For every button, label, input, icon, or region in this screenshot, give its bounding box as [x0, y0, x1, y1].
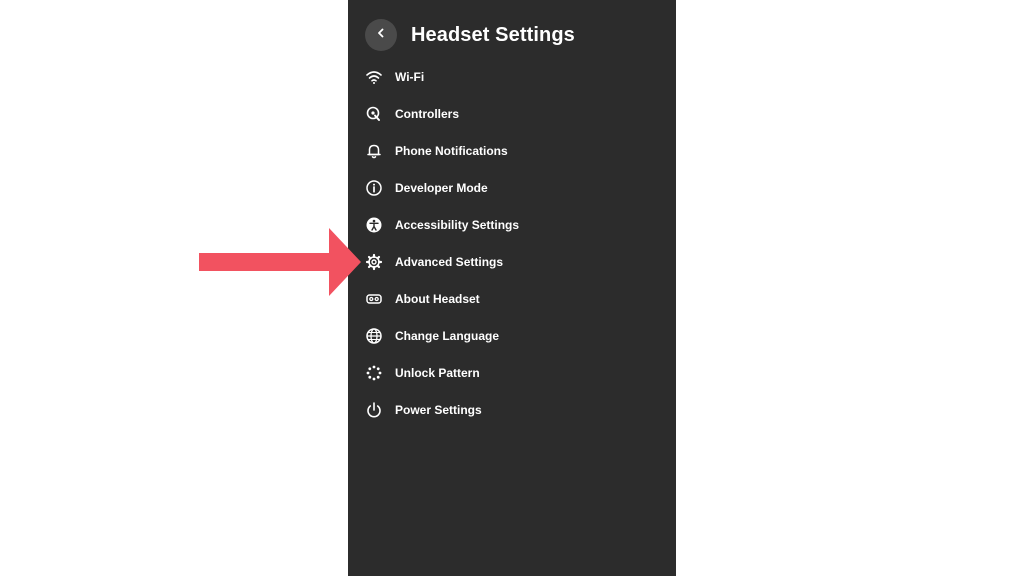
gear-icon	[364, 252, 384, 272]
header: Headset Settings	[365, 19, 575, 51]
page-title: Headset Settings	[411, 23, 575, 46]
menu-item-label: Advanced Settings	[395, 254, 504, 269]
phone-screen: Headset Settings Wi-Fi Controllers Phone…	[348, 0, 676, 576]
menu-item-label: Change Language	[395, 328, 500, 343]
menu-item-wifi[interactable]: Wi-Fi	[348, 58, 676, 95]
menu-item-advanced-settings[interactable]: Advanced Settings	[348, 243, 676, 280]
settings-menu: Wi-Fi Controllers Phone Notifications De…	[348, 58, 676, 428]
menu-item-label: Phone Notifications	[395, 143, 508, 158]
back-button[interactable]	[365, 19, 397, 51]
accessibility-icon	[364, 215, 384, 235]
menu-item-label: Wi-Fi	[395, 69, 425, 84]
screenshot-canvas: Headset Settings Wi-Fi Controllers Phone…	[0, 0, 1024, 576]
info-icon	[364, 178, 384, 198]
power-icon	[364, 400, 384, 420]
arrow-right-icon	[199, 228, 361, 296]
menu-item-label: Accessibility Settings	[395, 217, 520, 232]
menu-item-developer-mode[interactable]: Developer Mode	[348, 169, 676, 206]
headset-icon	[364, 289, 384, 309]
menu-item-unlock-pattern[interactable]: Unlock Pattern	[348, 354, 676, 391]
menu-item-label: About Headset	[395, 291, 480, 306]
wifi-icon	[364, 67, 384, 87]
globe-icon	[364, 326, 384, 346]
menu-item-change-language[interactable]: Change Language	[348, 317, 676, 354]
menu-item-label: Controllers	[395, 106, 460, 121]
menu-item-label: Power Settings	[395, 402, 482, 417]
menu-item-phone-notifications[interactable]: Phone Notifications	[348, 132, 676, 169]
menu-item-accessibility-settings[interactable]: Accessibility Settings	[348, 206, 676, 243]
menu-item-about-headset[interactable]: About Headset	[348, 280, 676, 317]
pattern-dots-icon	[364, 363, 384, 383]
menu-item-power-settings[interactable]: Power Settings	[348, 391, 676, 428]
menu-item-controllers[interactable]: Controllers	[348, 95, 676, 132]
controller-icon	[364, 104, 384, 124]
status-bar	[348, 0, 676, 4]
menu-item-label: Unlock Pattern	[395, 365, 480, 380]
menu-item-label: Developer Mode	[395, 180, 488, 195]
chevron-left-icon	[375, 26, 387, 44]
bell-icon	[364, 141, 384, 161]
